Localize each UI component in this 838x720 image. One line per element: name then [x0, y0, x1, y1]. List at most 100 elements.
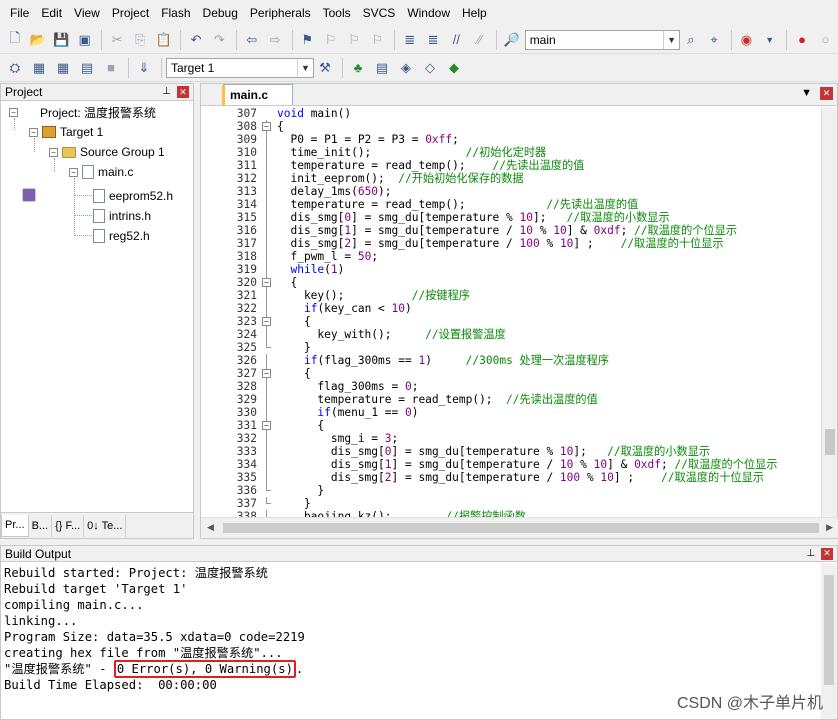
- menu-help[interactable]: Help: [456, 0, 493, 26]
- green-diamond-icon[interactable]: ◆: [443, 57, 465, 79]
- scrollbar-thumb[interactable]: [825, 429, 835, 455]
- menu-view[interactable]: View: [68, 0, 106, 26]
- vertical-scrollbar[interactable]: [821, 107, 837, 517]
- chevron-down-icon[interactable]: ▼: [297, 58, 313, 77]
- tab-main-c[interactable]: main.c: [222, 84, 293, 106]
- target-node[interactable]: − Target 1: [29, 123, 103, 141]
- manage-rte-icon[interactable]: ◇: [419, 57, 441, 79]
- debug-session-icon[interactable]: ◉: [736, 29, 757, 51]
- menu-project[interactable]: Project: [106, 0, 155, 26]
- comment-icon[interactable]: //: [446, 29, 467, 51]
- close-icon[interactable]: ✕: [820, 87, 833, 100]
- pin-icon[interactable]: ⊥: [162, 86, 171, 98]
- scroll-left-icon[interactable]: ◀: [207, 522, 214, 533]
- open-file-icon[interactable]: 📂: [27, 29, 48, 51]
- nav-forward-icon[interactable]: ⇨: [264, 29, 285, 51]
- disable-breakpoint-icon[interactable]: ○: [815, 29, 836, 51]
- clear-bookmarks-icon[interactable]: ⚐: [367, 29, 388, 51]
- build-output-text[interactable]: Rebuild started: Project: 温度报警系统 Rebuild…: [1, 562, 837, 696]
- paste-icon[interactable]: 📋: [153, 29, 174, 51]
- horizontal-scrollbar[interactable]: ◀ ▶: [201, 517, 838, 538]
- redo-icon[interactable]: ↷: [209, 29, 230, 51]
- menu-svcs[interactable]: SVCS: [357, 0, 402, 26]
- code-text: dis_smg[1] = smg_du[temperature / 10 % 1…: [277, 224, 738, 237]
- new-file-icon[interactable]: 🗋: [4, 29, 25, 51]
- menu-flash[interactable]: Flash: [155, 0, 196, 26]
- collapse-icon[interactable]: −: [49, 147, 58, 157]
- indent-icon[interactable]: ≣: [399, 29, 420, 51]
- code-line: 324 key_with(); //设置报警温度: [201, 328, 821, 341]
- pack-installer-icon[interactable]: ◈: [395, 57, 417, 79]
- collapse-icon[interactable]: −: [29, 127, 38, 137]
- scroll-right-icon[interactable]: ▶: [826, 522, 833, 533]
- target-options-icon[interactable]: ⚒: [314, 57, 336, 79]
- cut-icon[interactable]: ✂: [106, 29, 127, 51]
- menu-file[interactable]: File: [4, 0, 35, 26]
- batch-build-icon[interactable]: ▤: [76, 57, 98, 79]
- translate-icon[interactable]: ⛭: [4, 57, 26, 79]
- copy-icon[interactable]: ⎘: [130, 29, 151, 51]
- rebuild-icon[interactable]: ▦: [52, 57, 74, 79]
- tab-templates[interactable]: 0↓ Te...: [84, 514, 127, 537]
- menu-tools[interactable]: Tools: [317, 0, 357, 26]
- target-combo-value: Target 1: [171, 60, 215, 75]
- find-combo[interactable]: main ▼: [524, 29, 681, 50]
- tab-project[interactable]: Pr...: [1, 514, 29, 537]
- fold-toggle-icon[interactable]: −: [262, 421, 271, 430]
- pin-icon[interactable]: ⊥: [806, 548, 815, 560]
- build-icon[interactable]: ▦: [28, 57, 50, 79]
- code-line: 328 flag_300ms = 0;: [201, 380, 821, 393]
- nav-back-icon[interactable]: ⇦: [241, 29, 262, 51]
- project-node[interactable]: − Project: 温度报警系统: [9, 103, 156, 202]
- collapse-icon[interactable]: −: [69, 167, 78, 177]
- file-node-main[interactable]: − main.c: [69, 163, 133, 181]
- tab-functions[interactable]: {} F...: [52, 514, 85, 537]
- menu-peripherals[interactable]: Peripherals: [244, 0, 317, 26]
- tab-books[interactable]: B...: [29, 514, 53, 537]
- undo-icon[interactable]: ↶: [185, 29, 206, 51]
- menu-window[interactable]: Window: [401, 0, 456, 26]
- find-in-files-icon[interactable]: 🔎: [501, 29, 522, 51]
- tab-list-icon[interactable]: ▼: [801, 87, 812, 100]
- menu-edit[interactable]: Edit: [35, 0, 68, 26]
- include-file-node[interactable]: eeprom52.h: [93, 187, 173, 205]
- chevron-down-icon[interactable]: ▼: [663, 30, 679, 49]
- scrollbar-thumb[interactable]: [223, 523, 819, 533]
- target-combo[interactable]: Target 1 ▼: [166, 57, 314, 78]
- code-text: dis_smg[1] = smg_du[temperature / 10 % 1…: [277, 458, 778, 471]
- save-icon[interactable]: 💾: [51, 29, 72, 51]
- fold-gutter: [261, 302, 273, 315]
- collapse-icon[interactable]: −: [9, 107, 18, 117]
- incremental-find-icon[interactable]: ⌖: [703, 29, 724, 51]
- next-bookmark-icon[interactable]: ⚐: [343, 29, 364, 51]
- chevron-down-icon[interactable]: ▼: [759, 29, 780, 51]
- source-group-node[interactable]: − Source Group 1: [49, 143, 165, 161]
- save-all-icon[interactable]: ▣: [74, 29, 95, 51]
- fold-toggle-icon[interactable]: −: [262, 369, 271, 378]
- fold-toggle-icon[interactable]: −: [262, 278, 271, 287]
- breakpoint-icon[interactable]: ●: [791, 29, 812, 51]
- menu-debug[interactable]: Debug: [197, 0, 244, 26]
- code-area[interactable]: 307 void main() 308−{309 P0 = P1 = P2 = P3…: [201, 107, 821, 517]
- find-icon[interactable]: ⌕: [680, 29, 701, 51]
- close-icon[interactable]: ✕: [821, 547, 833, 560]
- uncomment-icon[interactable]: ⁄⁄: [469, 29, 490, 51]
- select-packs-icon[interactable]: ▤: [371, 57, 393, 79]
- manage-project-icon[interactable]: ♣: [347, 57, 369, 79]
- include-file-node[interactable]: intrins.h: [93, 207, 151, 225]
- scrollbar-thumb[interactable]: [824, 575, 834, 685]
- line-number: 320: [236, 276, 257, 289]
- code-text: {: [277, 276, 298, 289]
- close-icon[interactable]: ✕: [177, 86, 189, 98]
- fold-toggle-icon[interactable]: −: [262, 122, 271, 131]
- bookmark-icon[interactable]: ⚑: [297, 29, 318, 51]
- fold-toggle-icon[interactable]: −: [262, 317, 271, 326]
- unindent-icon[interactable]: ≣: [422, 29, 443, 51]
- include-file-node[interactable]: reg52.h: [93, 227, 150, 245]
- line-number: 308: [236, 120, 257, 133]
- prev-bookmark-icon[interactable]: ⚐: [320, 29, 341, 51]
- vertical-scrollbar[interactable]: [821, 563, 837, 719]
- load-icon[interactable]: ⇓: [133, 57, 155, 79]
- stop-build-icon[interactable]: ■: [100, 57, 122, 79]
- target-icon: [42, 126, 56, 138]
